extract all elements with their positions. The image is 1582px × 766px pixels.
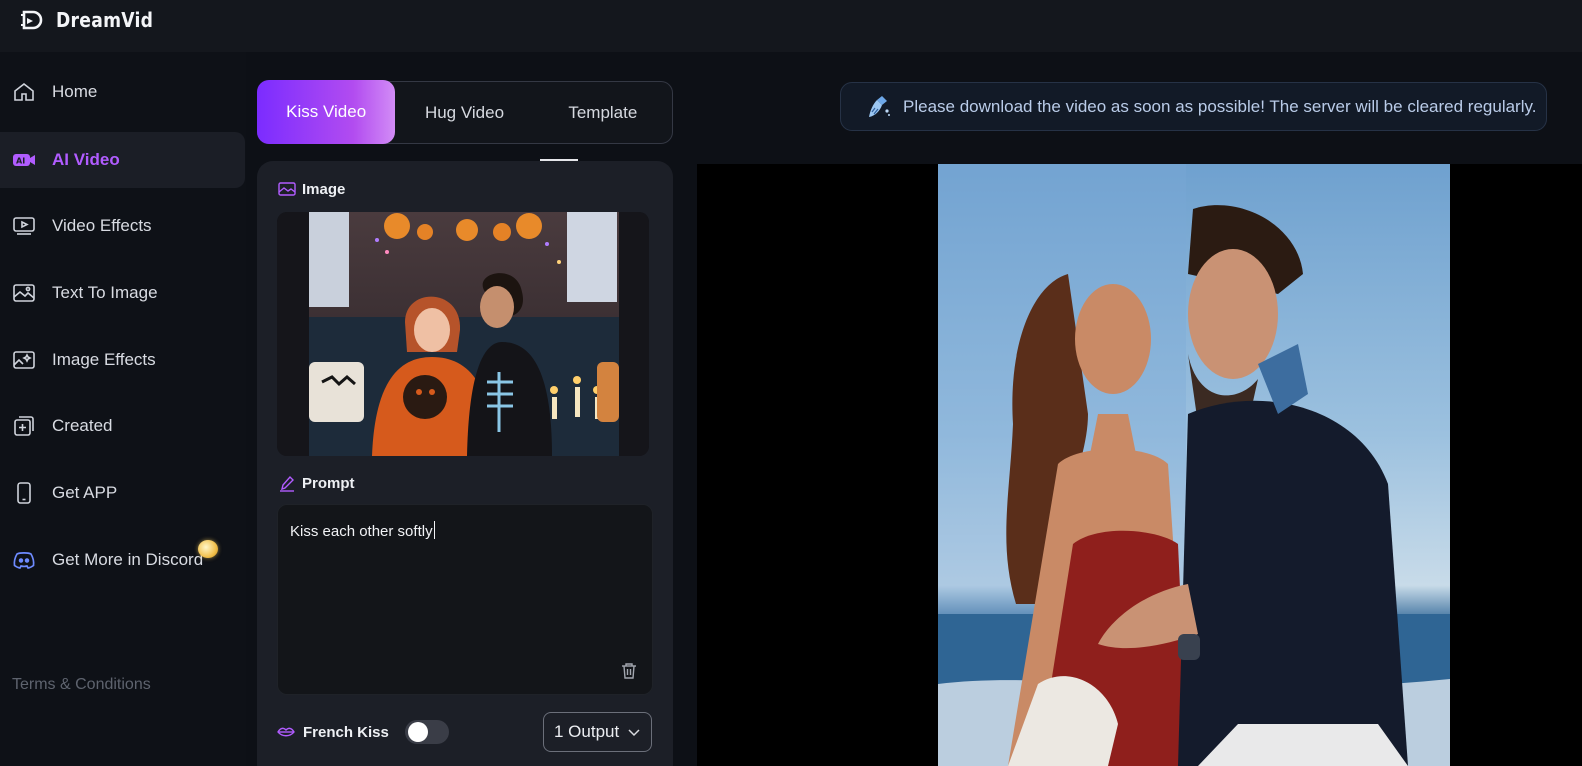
tab-kiss-video[interactable]: Kiss Video (257, 80, 396, 144)
brand[interactable]: DreamVid (18, 7, 169, 33)
dreamvid-logo-icon (21, 10, 43, 30)
french-kiss-row: French Kiss (277, 720, 449, 744)
trash-icon[interactable] (620, 662, 638, 680)
sidebar-item-label: Get APP (52, 483, 118, 502)
sidebar-item-ai-video[interactable]: AI AI Video (0, 132, 245, 188)
terms-link[interactable]: Terms & Conditions (12, 676, 151, 694)
french-kiss-label: French Kiss (303, 723, 389, 741)
sidebar-item-get-app[interactable]: Get APP (0, 465, 245, 521)
sidebar-item-discord[interactable]: Get More in Discord (0, 532, 245, 588)
sidebar-item-home[interactable]: Home (0, 64, 245, 120)
sidebar-item-label: AI Video (52, 150, 120, 169)
brand-name: DreamVid (56, 8, 154, 32)
sidebar-item-video-effects[interactable]: Video Effects (0, 198, 245, 254)
text-to-image-icon (12, 281, 36, 305)
notice-text: Please download the video as soon as pos… (903, 96, 1537, 116)
text-caret (433, 521, 435, 539)
discord-icon (12, 548, 36, 572)
svg-text:AI: AI (16, 157, 25, 166)
prompt-textarea[interactable]: Kiss each other softly (277, 504, 653, 695)
kissing-couple-illustration (938, 164, 1450, 766)
sidebar-item-label: Text To Image (52, 283, 158, 302)
video-effects-icon (12, 214, 36, 238)
output-count-select[interactable]: 1 Output (543, 712, 652, 752)
broom-icon (869, 95, 890, 117)
tab-hug-video[interactable]: Hug Video (395, 81, 533, 144)
sidebar-item-label: Created (52, 416, 113, 435)
sidebar-item-label: Home (52, 82, 98, 101)
ai-video-icon: AI (12, 148, 36, 172)
phone-icon (12, 481, 36, 505)
sidebar-item-text-to-image[interactable]: Text To Image (0, 265, 245, 321)
pen-icon (280, 475, 294, 492)
top-bar: DreamVid (0, 0, 1582, 52)
image-effects-icon (12, 348, 36, 372)
preview-image[interactable] (938, 164, 1450, 766)
sidebar-item-label: Image Effects (52, 350, 156, 369)
tab-template[interactable]: Template (534, 81, 672, 144)
coin-badge-icon (198, 540, 218, 558)
chevron-down-icon (628, 729, 640, 737)
prompt-text: Kiss each other softly (290, 521, 435, 540)
video-type-tabs: Kiss Video Hug Video Template (257, 80, 673, 144)
sidebar-item-label: Get More in Discord (52, 550, 204, 569)
home-icon (12, 80, 36, 104)
created-icon (12, 414, 36, 438)
couple-photo-illustration (277, 212, 649, 456)
image-icon (278, 182, 296, 196)
output-count-value: 1 Output (554, 722, 620, 741)
lips-icon (277, 727, 295, 737)
french-kiss-toggle[interactable] (404, 720, 449, 744)
server-notice-banner: Please download the video as soon as pos… (840, 82, 1547, 131)
sidebar-item-created[interactable]: Created (0, 398, 245, 454)
sidebar-item-label: Video Effects (52, 216, 152, 235)
prompt-section-label: Prompt (278, 474, 355, 492)
image-section-label: Image (278, 180, 345, 198)
uploaded-image[interactable] (277, 212, 649, 456)
toggle-knob (407, 722, 428, 742)
sidebar-item-image-effects[interactable]: Image Effects (0, 332, 245, 388)
